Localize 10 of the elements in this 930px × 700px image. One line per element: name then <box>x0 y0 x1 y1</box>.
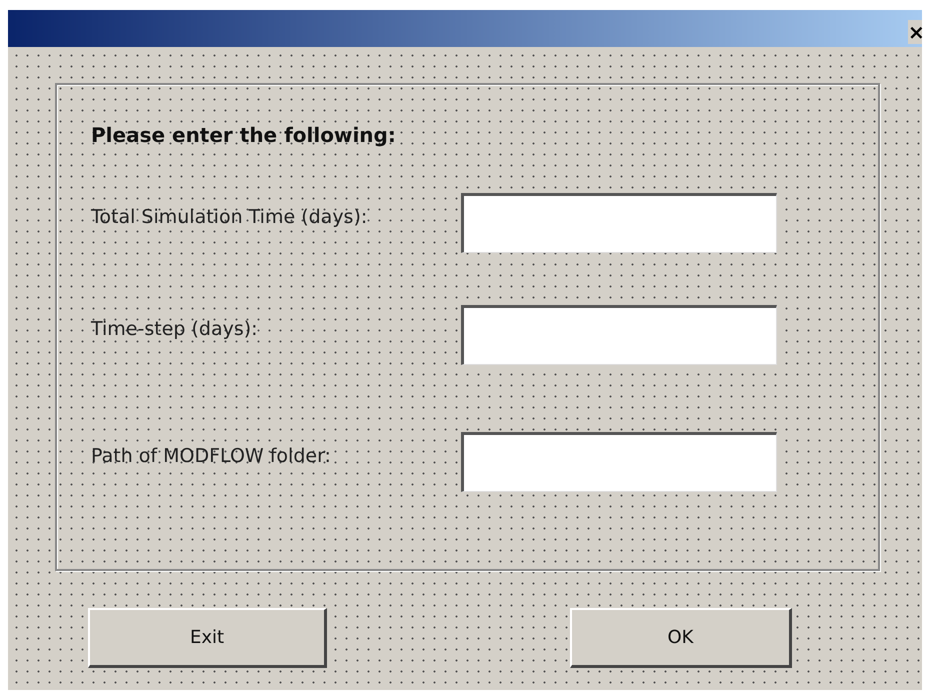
field-label: Time-step (days): <box>91 318 259 340</box>
input-field[interactable] <box>461 305 777 365</box>
field-label: Total Simulation Time (days): <box>91 206 368 228</box>
close-button[interactable]: × <box>908 20 922 44</box>
form-heading: Please enter the following: <box>91 123 397 147</box>
dialog-button[interactable]: OK <box>570 608 792 668</box>
field-label: Path of MODFLOW folder: <box>91 445 332 467</box>
dialog-button[interactable]: Exit <box>88 608 327 668</box>
input-field[interactable] <box>461 193 777 253</box>
input-field[interactable] <box>461 432 777 492</box>
